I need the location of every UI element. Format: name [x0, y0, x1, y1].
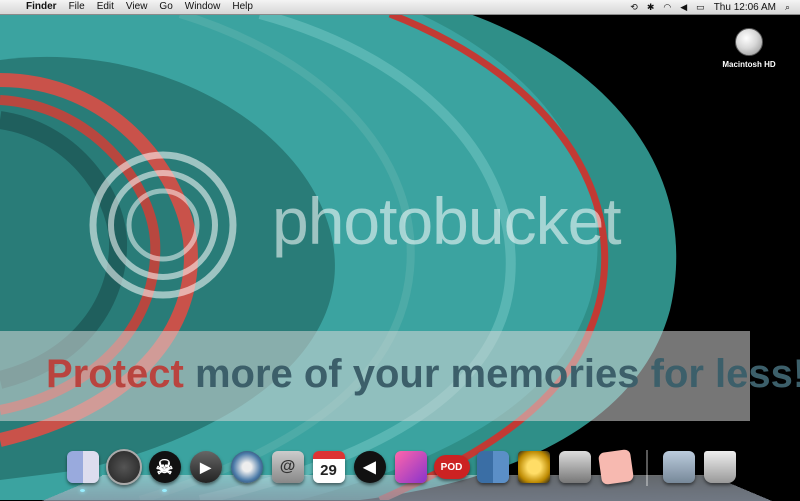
- calendar-icon[interactable]: 29: [312, 451, 345, 483]
- podcast-icon[interactable]: POD: [433, 455, 470, 479]
- downloads-stack-icon[interactable]: [662, 451, 695, 483]
- volume-icon[interactable]: ◀: [680, 0, 687, 14]
- menu-edit[interactable]: Edit: [91, 0, 120, 14]
- dock-item-iphoto[interactable]: [392, 448, 429, 486]
- dock-item-downloads[interactable]: [660, 448, 697, 486]
- time-machine-icon[interactable]: ⟲: [630, 0, 638, 14]
- dock-item-disc[interactable]: [515, 448, 552, 486]
- dock-item-speaker[interactable]: ◀: [351, 448, 388, 486]
- hd-label: Macintosh HD: [722, 60, 776, 69]
- banner-text: Protect more of your memories for less!: [46, 352, 800, 397]
- menu-window[interactable]: Window: [179, 0, 227, 14]
- dock-item-trash[interactable]: [701, 448, 738, 486]
- skull-crossbones-icon[interactable]: ☠: [148, 451, 181, 483]
- menu-bar: Finder File Edit View Go Window Help ⟲ ✱…: [0, 0, 800, 15]
- disc-icon[interactable]: [517, 451, 550, 483]
- trash-icon[interactable]: [703, 451, 736, 483]
- dock-item-safari[interactable]: [228, 448, 265, 486]
- banner-text-rest: more of your memories for less!: [194, 352, 800, 396]
- running-indicator: [162, 489, 167, 492]
- menu-go[interactable]: Go: [153, 0, 178, 14]
- sticky-note-icon[interactable]: [597, 448, 634, 486]
- dock-items: ☠ ▶ @ 29 ◀ POD: [64, 448, 738, 492]
- desktop-hd-item[interactable]: Macintosh HD: [718, 28, 780, 69]
- dock-item-system-preferences[interactable]: [556, 448, 593, 486]
- menu-view[interactable]: View: [120, 0, 154, 14]
- wifi-icon[interactable]: ◠: [663, 0, 671, 14]
- dashboard-icon[interactable]: [105, 449, 142, 485]
- dock-item-finder[interactable]: [64, 448, 101, 492]
- dock-item-podcast[interactable]: POD: [433, 448, 470, 486]
- safari-icon[interactable]: [230, 451, 263, 483]
- address-book-icon[interactable]: @: [271, 451, 304, 483]
- dock: ☠ ▶ @ 29 ◀ POD: [42, 446, 772, 501]
- dock-item-stickies[interactable]: [597, 448, 634, 486]
- dock-separator: [646, 450, 648, 486]
- dock-item-skull[interactable]: ☠: [146, 448, 183, 492]
- dock-item-address-book[interactable]: @: [269, 448, 306, 486]
- spaces-icon[interactable]: [476, 451, 509, 483]
- running-indicator: [80, 489, 85, 492]
- dock-item-dashboard[interactable]: [105, 448, 142, 486]
- menu-help[interactable]: Help: [226, 0, 259, 14]
- menu-app-finder[interactable]: Finder: [22, 0, 63, 14]
- battery-icon[interactable]: ▭: [696, 0, 705, 14]
- spotlight-search-icon[interactable]: ⌕: [785, 0, 790, 14]
- hard-drive-icon[interactable]: [735, 28, 763, 56]
- desktop-wallpaper: [0, 0, 800, 500]
- dock-item-calendar[interactable]: 29: [310, 448, 347, 486]
- video-chat-icon[interactable]: ▶: [189, 451, 222, 483]
- dock-item-video-chat[interactable]: ▶: [187, 448, 224, 486]
- menu-clock[interactable]: Thu 12:06 AM: [714, 2, 776, 13]
- banner-text-protect: Protect: [46, 352, 195, 396]
- dock-item-spaces[interactable]: [474, 448, 511, 486]
- finder-icon[interactable]: [66, 451, 99, 483]
- status-area: ⟲ ✱ ◠ ◀ ▭ Thu 12:06 AM ⌕: [630, 0, 800, 14]
- speaker-icon[interactable]: ◀: [353, 451, 386, 483]
- menu-file[interactable]: File: [63, 0, 91, 14]
- system-preferences-icon[interactable]: [558, 451, 591, 483]
- iphoto-icon[interactable]: [394, 451, 427, 483]
- watermark-banner: Protect more of your memories for less!: [0, 331, 800, 421]
- bluetooth-icon[interactable]: ✱: [647, 0, 655, 14]
